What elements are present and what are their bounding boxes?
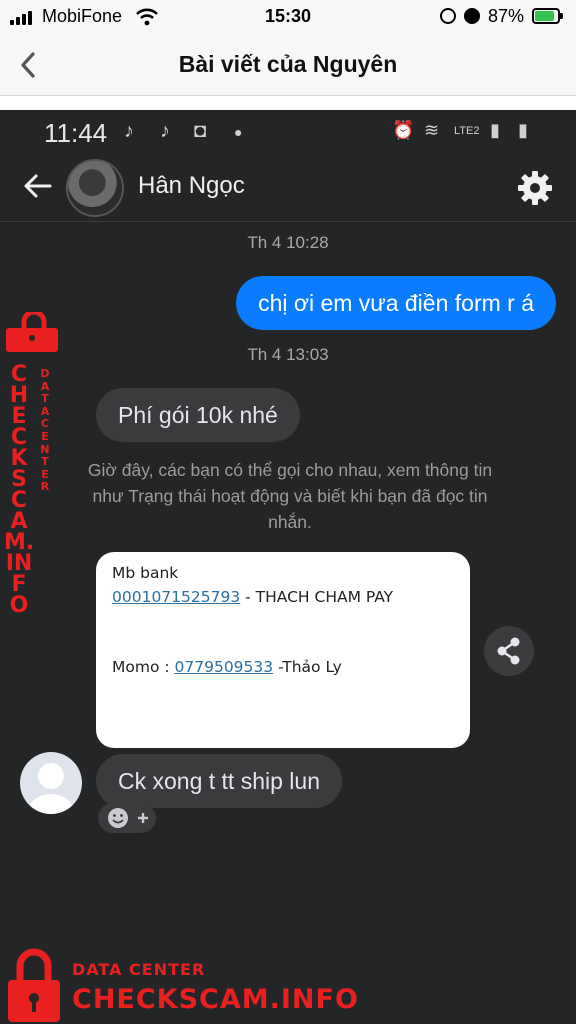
watermark-brand: CHECKSCAM.INFO [72, 984, 359, 1015]
watermark-brand-vertical: CHECKSCAM.INFO [4, 362, 35, 618]
incoming-message[interactable]: Ck xong t tt ship lun [96, 754, 342, 808]
shopee-icon: ◘ [194, 120, 207, 142]
lock-icon [6, 312, 58, 352]
message-timestamp: Th 4 10:28 [247, 233, 329, 252]
tiktok-icon: ♪ [124, 120, 134, 142]
alarm-icon [464, 8, 480, 24]
battery-percent: 87% [488, 6, 525, 26]
incoming-message[interactable]: Phí gói 10k nhé [96, 388, 300, 442]
wifi-icon: ≋ [424, 120, 440, 140]
battery-icon: ▮ [518, 120, 528, 140]
outgoing-message[interactable]: chị ơi em vưa điền form r á [236, 276, 556, 330]
system-notice: Giờ đây, các bạn có thể gọi cho nhau, xe… [87, 460, 493, 532]
network-type: LTE2 [454, 125, 480, 137]
back-arrow-icon[interactable] [20, 168, 56, 204]
share-button[interactable] [484, 626, 534, 676]
tiktok-icon: ♪ [160, 120, 170, 142]
account-name: - THACH CHAM PAY [240, 588, 394, 606]
side-watermark: CHECKSCAM.INFO DATA CENTER [4, 312, 64, 617]
alarm-icon: ⏰ [392, 120, 415, 140]
watermark-label-vertical: DATA CENTER [40, 367, 50, 494]
add-reaction-button[interactable] [98, 803, 156, 833]
payment-info-card[interactable]: Mb bank 0001071525793 - THACH CHAM PAY M… [96, 552, 470, 748]
page-title: Bài viết của Nguyên [178, 51, 398, 77]
sender-avatar[interactable] [20, 752, 82, 814]
add-reaction-icon [108, 808, 148, 828]
bottom-watermark: DATA CENTER CHECKSCAM.INFO [0, 944, 360, 1024]
share-icon [497, 637, 520, 665]
android-time: 11:44 [44, 118, 108, 148]
contact-name[interactable]: Hân Ngọc [138, 172, 245, 200]
bank-account-line: 0001071525793 - THACH CHAM PAY [112, 588, 393, 606]
navigation-bar: Bài viết của Nguyên [0, 34, 576, 96]
momo-line: Momo : 0779509533 -Thảo Ly [112, 658, 342, 676]
message-timestamp: Th 4 13:03 [247, 345, 329, 364]
contact-avatar[interactable] [66, 159, 124, 217]
watermark-label: DATA CENTER [72, 960, 206, 979]
rotation-lock-icon [440, 8, 456, 24]
signal-icon: ▮ [490, 120, 500, 140]
chat-header: Hân Ngọc [0, 154, 576, 222]
bank-label: Mb bank [112, 564, 179, 582]
momo-number-link[interactable]: 0779509533 [175, 658, 274, 676]
android-status-bar: 11:44 ♪ ♪ ◘ ● ⏰ ≋ LTE2 ▮ ▮ [0, 110, 576, 154]
notification-dot-icon: ● [234, 124, 243, 140]
lock-icon [8, 948, 60, 1022]
embedded-screenshot: 11:44 ♪ ♪ ◘ ● ⏰ ≋ LTE2 ▮ ▮ Hân Ngọc Th 4… [0, 110, 576, 1024]
divider [0, 96, 576, 110]
account-number-link[interactable]: 0001071525793 [112, 588, 240, 606]
ios-status-bar: MobiFone 15:30 87% [0, 0, 576, 34]
momo-name: -Thảo Ly [273, 658, 342, 676]
momo-label: Momo : [112, 658, 175, 676]
settings-gear-icon[interactable] [516, 169, 554, 207]
battery-icon [532, 8, 563, 24]
